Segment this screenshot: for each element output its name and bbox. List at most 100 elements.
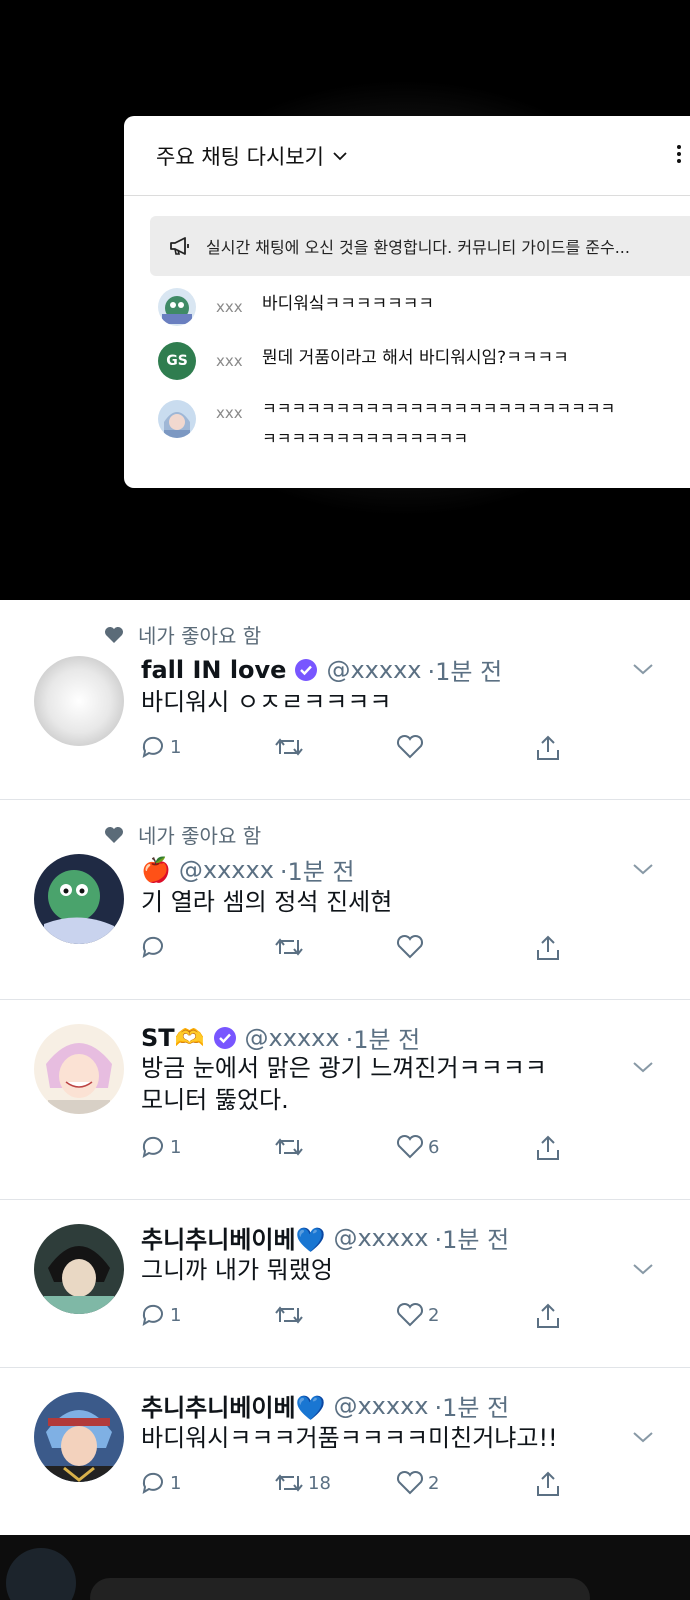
display-name[interactable]: 🍎: [141, 856, 171, 884]
chat-username: xxx: [216, 298, 243, 316]
retweet-button[interactable]: [274, 1134, 308, 1160]
tweet-header: 추니추니베이베💙 @xxxxx ·1분 전: [141, 1220, 509, 1255]
avatar: [158, 288, 196, 326]
like-button[interactable]: 6: [396, 1134, 439, 1160]
share-button[interactable]: [534, 734, 562, 762]
reply-count: 1: [170, 736, 182, 758]
share-icon: [537, 1471, 559, 1496]
display-name[interactable]: fall IN love: [141, 656, 286, 684]
like-button[interactable]: [396, 734, 428, 760]
heart-filled-icon: [105, 626, 123, 643]
reply-button[interactable]: 1: [140, 1134, 181, 1160]
handle[interactable]: @xxxxx: [333, 1392, 428, 1420]
like-count: 6: [428, 1136, 440, 1158]
retweet-button[interactable]: [274, 1302, 308, 1328]
handle[interactable]: @xxxxx: [179, 856, 274, 884]
retweet-icon: [275, 1474, 303, 1492]
timestamp: ·1분 전: [434, 1226, 510, 1254]
tweet[interactable]: 네가 좋아요 함 fall IN love @xxxxx ·1분 전 바디워시 …: [0, 600, 690, 800]
like-button[interactable]: 2: [396, 1470, 439, 1496]
reply-icon: [142, 1304, 163, 1327]
verified-badge-icon: [295, 658, 318, 681]
retweet-button[interactable]: 18: [274, 1470, 331, 1496]
chevron-down-icon[interactable]: [332, 148, 348, 164]
handle[interactable]: @xxxxx: [333, 1224, 428, 1252]
megaphone-icon: [170, 237, 189, 255]
reply-count: 1: [170, 1136, 182, 1158]
timestamp: ·1분 전: [279, 858, 355, 886]
chevron-down-icon[interactable]: [632, 1060, 654, 1074]
tweet[interactable]: ST🫶 @xxxxx ·1분 전 방금 눈에서 맑은 광기 느껴진거ㅋㅋㅋㅋ 모…: [0, 1000, 690, 1200]
tweet-header: 🍎 @xxxxx ·1분 전: [141, 852, 355, 887]
display-name[interactable]: 추니추니베이베💙: [141, 1220, 325, 1255]
tweet-text: 기 열라 셈의 정석 진세현: [141, 888, 393, 916]
avatar: GS: [158, 342, 196, 380]
chevron-down-icon[interactable]: [632, 662, 654, 676]
reply-icon: [142, 1136, 163, 1159]
tweet-actions: 1 18 2: [140, 1470, 580, 1500]
liked-label: 네가 좋아요 함: [138, 824, 262, 848]
chevron-down-icon[interactable]: [632, 1262, 654, 1276]
tweet-header: fall IN love @xxxxx ·1분 전: [141, 652, 502, 687]
tweet[interactable]: 추니추니베이베💙 @xxxxx ·1분 전 바디워시ㅋㅋㅋ거품ㅋㅋㅋㅋ미친거냐고…: [0, 1368, 690, 1535]
chat-header: 주요 채팅 다시보기: [124, 116, 690, 196]
avatar[interactable]: [34, 1024, 124, 1114]
reply-icon: [142, 736, 163, 759]
tweet-text: 그니까 내가 뭐랬엉: [141, 1256, 333, 1284]
tweet-header: ST🫶 @xxxxx ·1분 전: [141, 1020, 420, 1055]
like-count: 2: [428, 1304, 440, 1326]
chevron-down-icon[interactable]: [632, 862, 654, 876]
chat-message: xxx ㅋㅋㅋㅋㅋㅋㅋㅋㅋㅋㅋㅋㅋㅋㅋㅋㅋㅋㅋㅋㅋㅋㅋㅋ ㅋㅋㅋㅋㅋㅋㅋㅋㅋㅋㅋ…: [124, 394, 690, 454]
avatar[interactable]: [34, 1224, 124, 1314]
tweet-text: 바디워시 ㅇㅈㄹㅋㅋㅋㅋ: [141, 688, 392, 716]
tweet-header: 추니추니베이베💙 @xxxxx ·1분 전: [141, 1388, 509, 1423]
live-chat-card: 주요 채팅 다시보기 실시간 채팅에 오신 것을 환영합니다. 커뮤니티 가이드…: [124, 116, 690, 488]
heart-icon: [396, 934, 424, 959]
chat-username: xxx: [216, 352, 243, 370]
chat-text: 바디워싴ㅋㅋㅋㅋㅋㅋㅋ: [262, 294, 435, 314]
reply-button[interactable]: 1: [140, 1302, 181, 1328]
tweet-actions: 1 2: [140, 1302, 580, 1332]
tweet[interactable]: 네가 좋아요 함 🍎 @xxxxx ·1분 전 기 열라 셈의 정석 진세현: [0, 800, 690, 1000]
chat-title[interactable]: 주요 채팅 다시보기: [156, 141, 324, 171]
reply-icon: [142, 936, 163, 959]
chevron-down-icon[interactable]: [632, 1430, 654, 1444]
like-button[interactable]: [396, 934, 428, 960]
chat-notice-banner[interactable]: 실시간 채팅에 오신 것을 환영합니다. 커뮤니티 가이드를 준수...: [150, 216, 690, 276]
retweet-icon: [275, 1138, 303, 1156]
display-name[interactable]: ST🫶: [141, 1024, 205, 1052]
reply-button[interactable]: 1: [140, 1470, 181, 1496]
avatar[interactable]: [34, 1392, 124, 1482]
like-button[interactable]: 2: [396, 1302, 439, 1328]
tweet[interactable]: 추니추니베이베💙 @xxxxx ·1분 전 그니까 내가 뭐랬엉 1 2: [0, 1200, 690, 1368]
handle[interactable]: @xxxxx: [245, 1024, 340, 1052]
avatar[interactable]: [34, 656, 124, 746]
tweet-text-line: 모니터 뚫었다.: [141, 1086, 289, 1114]
share-button[interactable]: [534, 1302, 562, 1330]
tweet-text: 바디워시ㅋㅋㅋ거품ㅋㅋㅋㅋ미친거냐고!!: [141, 1424, 558, 1452]
retweet-button[interactable]: [274, 934, 308, 960]
handle[interactable]: @xxxxx: [326, 656, 421, 684]
share-icon: [537, 935, 559, 960]
heart-filled-icon: [105, 826, 123, 843]
tweet-actions: 1: [140, 734, 580, 764]
share-button[interactable]: [534, 1134, 562, 1162]
heart-icon: [396, 1302, 424, 1327]
more-options-icon[interactable]: [676, 142, 682, 170]
reply-button[interactable]: 1: [140, 734, 181, 760]
share-button[interactable]: [534, 1470, 562, 1498]
retweet-icon: [275, 738, 303, 756]
reply-button[interactable]: [140, 934, 170, 960]
tweet-text-line: 방금 눈에서 맑은 광기 느껴진거ㅋㅋㅋㅋ: [141, 1054, 547, 1082]
tweet-actions: [140, 934, 580, 964]
avatar[interactable]: [34, 854, 124, 944]
timestamp: ·1분 전: [345, 1026, 421, 1054]
share-button[interactable]: [534, 934, 562, 962]
heart-icon: [396, 1134, 424, 1159]
display-name[interactable]: 추니추니베이베💙: [141, 1388, 325, 1423]
notice-text: 실시간 채팅에 오신 것을 환영합니다. 커뮤니티 가이드를 준수...: [206, 238, 630, 257]
timestamp: ·1분 전: [434, 1394, 510, 1422]
retweet-icon: [275, 938, 303, 956]
like-count: 2: [428, 1472, 440, 1494]
retweet-button[interactable]: [274, 734, 308, 760]
